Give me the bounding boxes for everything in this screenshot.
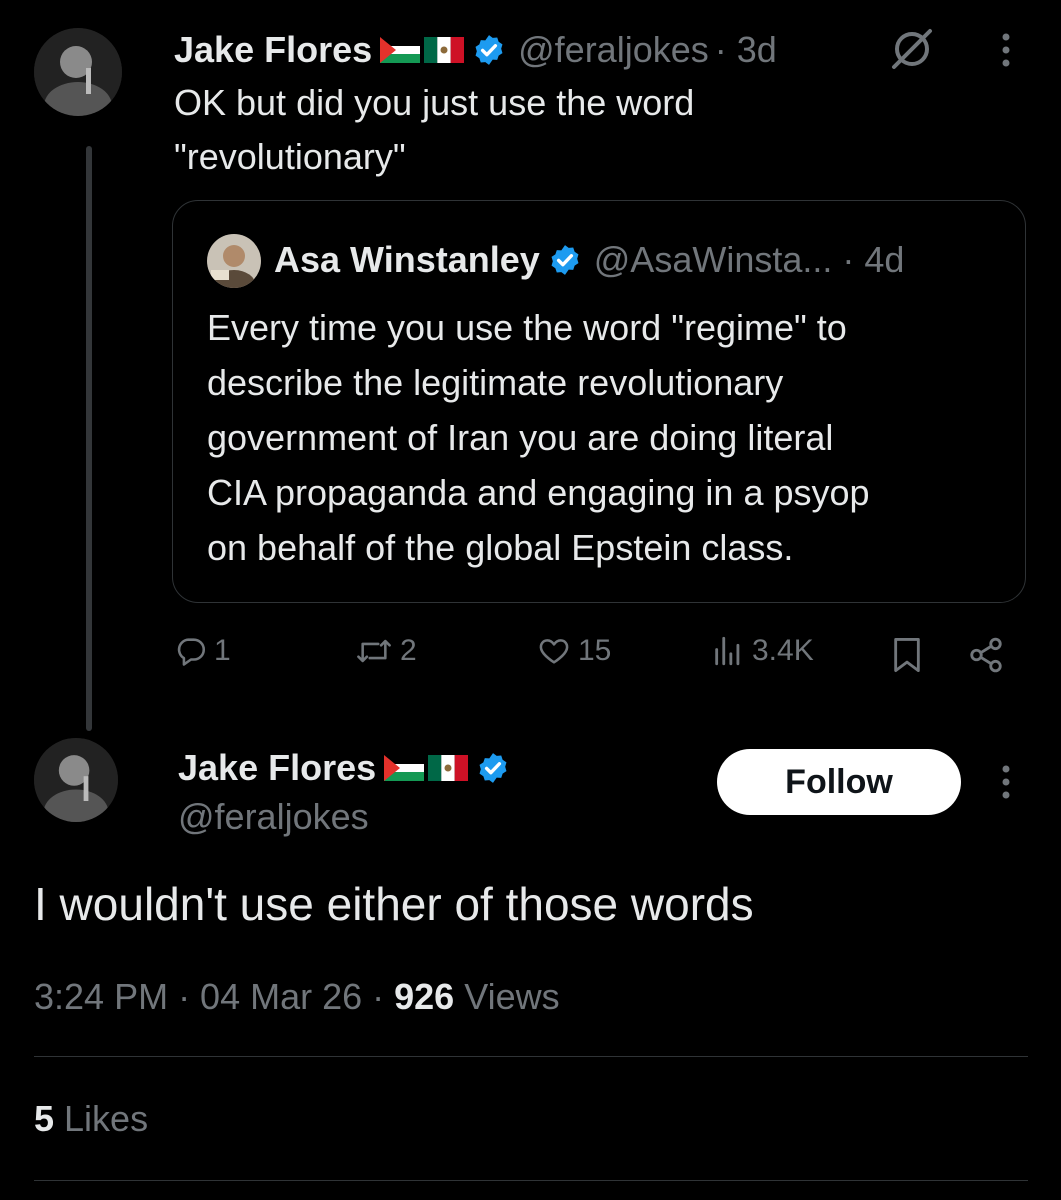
main-tweet-header: Jake Flores xyxy=(178,744,510,792)
tweet-timestamp[interactable]: 3:24 PM · 04 Mar 26 · xyxy=(34,976,394,1017)
quoted-author-handle: @AsaWinsta... xyxy=(593,239,833,280)
parent-tweet-text-line: OK but did you just use the word xyxy=(174,82,695,123)
quoted-tweet-text-line: describe the legitimate revolutionary xyxy=(207,362,784,403)
views-label: Views xyxy=(454,976,560,1017)
reply-button[interactable]: 1 xyxy=(174,634,231,668)
parent-author-avatar[interactable] xyxy=(34,28,122,116)
parent-tweet-header: Jake Flores @feraljokes · 3d xyxy=(174,26,777,74)
heart-icon xyxy=(539,639,569,664)
quoted-tweet-text: Every time you use the word "regime" to … xyxy=(207,300,1007,575)
parent-tweet-text: OK but did you just use the word "revolu… xyxy=(174,76,974,184)
reply-count: 1 xyxy=(214,634,231,667)
repost-icon xyxy=(357,639,391,663)
divider xyxy=(34,1056,1028,1057)
tweet-meta: 3:24 PM · 04 Mar 26 · 926 Views xyxy=(34,976,560,1018)
views-count: 926 xyxy=(394,976,455,1017)
reply-icon xyxy=(177,638,206,666)
quoted-author-name: Asa Winstanley xyxy=(274,239,540,280)
quoted-tweet-time: · 4d xyxy=(842,239,905,280)
main-author-name[interactable]: Jake Flores xyxy=(178,747,376,789)
like-count: 15 xyxy=(578,634,612,667)
quoted-tweet-text-line: on behalf of the global Epstein class. xyxy=(207,527,794,568)
follow-button[interactable]: Follow xyxy=(717,749,961,815)
quoted-tweet-text-line: Every time you use the word "regime" to xyxy=(207,307,847,348)
main-tweet-text: I wouldn't use either of those words xyxy=(34,878,754,930)
parent-author-name[interactable]: Jake Flores xyxy=(174,29,372,71)
divider xyxy=(34,1180,1028,1181)
thread-connector-line xyxy=(86,146,92,731)
muted-icon[interactable] xyxy=(888,26,936,72)
main-author-handle[interactable]: @feraljokes xyxy=(178,796,369,838)
author-flags xyxy=(384,755,469,781)
parent-tweet-text-line: "revolutionary" xyxy=(174,136,406,177)
more-options-icon[interactable] xyxy=(994,762,1018,802)
likes-count: 5 xyxy=(34,1098,55,1139)
palestine-flag-icon xyxy=(384,755,425,781)
likes-summary[interactable]: 5 Likes xyxy=(34,1098,148,1140)
palestine-flag-icon xyxy=(380,37,421,63)
parent-tweet-time[interactable]: · 3d xyxy=(715,29,777,71)
bookmark-icon[interactable] xyxy=(890,636,924,674)
author-flags xyxy=(380,37,465,63)
repost-count: 2 xyxy=(400,634,417,667)
quoted-author-avatar[interactable] xyxy=(207,234,261,288)
verified-badge-icon xyxy=(479,753,507,783)
views-button[interactable]: 3.4K xyxy=(710,634,814,668)
more-options-icon[interactable] xyxy=(994,30,1018,70)
main-author-avatar[interactable] xyxy=(34,738,118,822)
verified-badge-icon xyxy=(475,35,503,65)
mexico-flag-icon xyxy=(424,37,465,63)
views-bar-icon xyxy=(715,636,740,666)
quoted-tweet-header: Asa Winstanley @AsaWinsta... · 4d xyxy=(274,236,904,284)
likes-label: Likes xyxy=(54,1098,149,1139)
verified-badge-icon xyxy=(551,245,579,275)
share-icon[interactable] xyxy=(966,636,1006,674)
quoted-tweet-text-line: CIA propaganda and engaging in a psyop xyxy=(207,472,870,513)
quoted-tweet-text-line: government of Iran you are doing literal xyxy=(207,417,834,458)
like-button[interactable]: 15 xyxy=(536,634,611,668)
mexico-flag-icon xyxy=(428,755,469,781)
views-count: 3.4K xyxy=(752,634,814,667)
repost-button[interactable]: 2 xyxy=(354,634,417,668)
parent-author-handle[interactable]: @feraljokes xyxy=(518,29,709,71)
